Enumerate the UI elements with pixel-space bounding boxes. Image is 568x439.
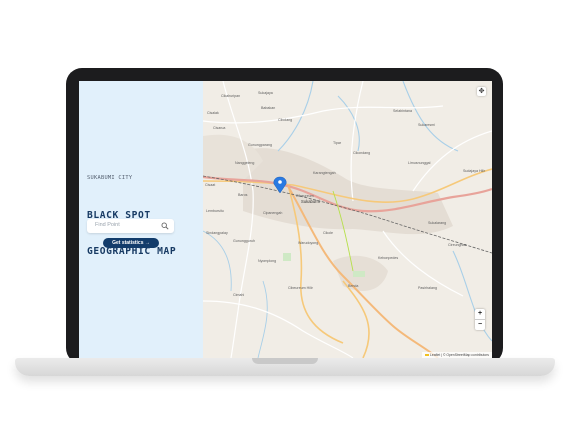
search-input[interactable]: Find Point [87,219,174,233]
map-label: Sukaresmi [418,123,435,127]
map-label: Cisarua [213,126,226,130]
map-label: Nyomplong [258,259,277,263]
map-label: Cibolang [278,118,293,122]
map-label: Benda [348,284,359,288]
search-placeholder: Find Point [95,222,120,228]
map-label: Sukalarang [428,221,447,225]
map-label: Limusnunggal [408,161,431,165]
map-label: Cikahuripan [221,94,241,98]
map-label: Cikondang [353,151,371,155]
map-label: Pasirhalang [418,286,437,290]
map-label: Cireunghas [448,243,467,247]
map-tiles [203,81,492,358]
zoom-control: + − [475,309,485,330]
map-view[interactable]: Cikahuripan Sukajaya Cisalak Babakan Cib… [203,81,492,358]
map-label: Cimahi [233,293,245,297]
attribution-text[interactable]: Leaflet | © OpenStreetMap contributors [430,353,489,357]
side-panel: SUKABUMI CITY BLACK SPOT GEOGRAPHIC MAP … [79,81,203,358]
map-label: Lembursitu [206,209,224,213]
map-label: Cipanengah [263,211,283,215]
map-attribution: Leaflet | © OpenStreetMap contributors [422,352,492,358]
get-statistics-button[interactable]: Get statistics → [103,238,159,248]
map-label: Warudoyong [298,241,319,245]
map-label: Cibeureum Hilir [288,286,313,290]
map-label: Babakan [261,106,276,110]
map-label: Sukajaya [258,91,273,95]
page-title: BLACK SPOT GEOGRAPHIC MAP [87,186,176,282]
flag-icon [425,353,430,357]
map-label: Selabintana [393,109,412,113]
city-label: Sukabumi [301,199,320,204]
map-label: Cikole [323,231,333,235]
map-label: Cibeureum [296,194,314,198]
map-label: Sudajaya Hilir [463,169,486,173]
search-icon[interactable] [161,222,169,230]
laptop-notch [252,358,318,364]
fullscreen-icon[interactable]: ✥ [477,87,486,96]
map-label: Gunungguruh [233,239,255,243]
zoom-out-button[interactable]: − [475,320,485,330]
city-eyebrow: SUKABUMI CITY [87,175,133,181]
map-label: Nanggeleng [235,161,255,165]
map-label: Kebonpedes [378,256,399,260]
map-label: Baros [238,193,248,197]
map-label: Karangtengah [313,171,336,175]
map-label: Gunungparang [248,143,272,147]
map-label: Cisalak [207,111,219,115]
zoom-in-button[interactable]: + [475,309,485,319]
map-label: Tipar [333,141,342,145]
map-label: Sindangpalay [206,231,228,235]
laptop-screen: SUKABUMI CITY BLACK SPOT GEOGRAPHIC MAP … [79,81,492,358]
map-label: Cisaat [205,183,216,187]
